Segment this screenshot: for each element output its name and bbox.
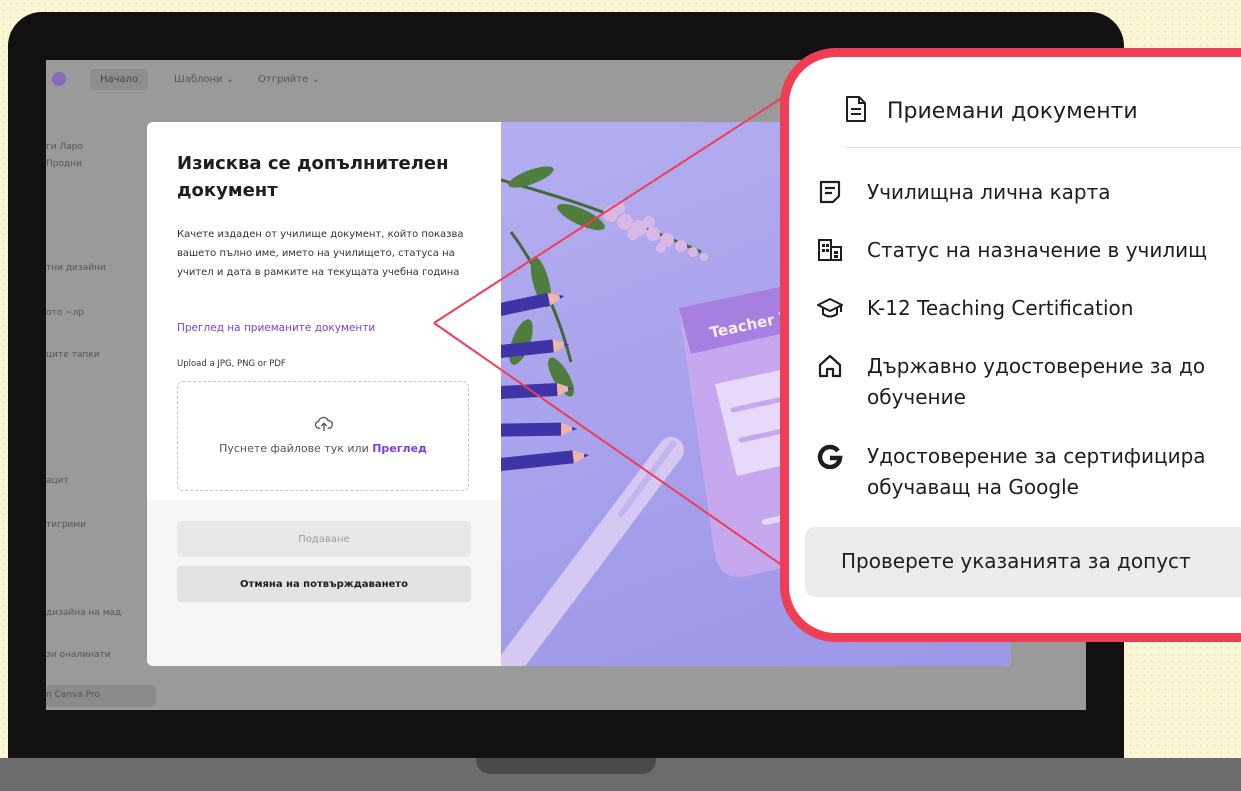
callout-header: Приемани документи	[845, 87, 1241, 148]
check-eligibility-button[interactable]: Проверете указанията за допуст	[805, 527, 1241, 597]
graduation-cap-icon	[817, 298, 843, 318]
callout-title: Приемани документи	[887, 99, 1138, 124]
accepted-document-label: Държавно удостоверение за до обучение	[867, 354, 1206, 409]
document-icon	[846, 96, 866, 122]
house-icon	[818, 354, 842, 378]
accepted-document-label: Удостоверение за сертифицира обучаващ на…	[867, 444, 1206, 499]
building-icon	[818, 239, 842, 261]
accepted-documents-callout: Приемани документи Училищна лична карта …	[780, 48, 1241, 642]
accepted-document-label: K-12 Teaching Certification	[867, 296, 1134, 320]
id-card-icon	[819, 180, 841, 204]
check-eligibility-label: Проверете указанията за допуст	[841, 549, 1191, 573]
accepted-document-label: Статус на назначение в училищ	[867, 238, 1207, 262]
accepted-document-label: Училищна лична карта	[867, 180, 1111, 204]
google-icon	[817, 444, 843, 469]
